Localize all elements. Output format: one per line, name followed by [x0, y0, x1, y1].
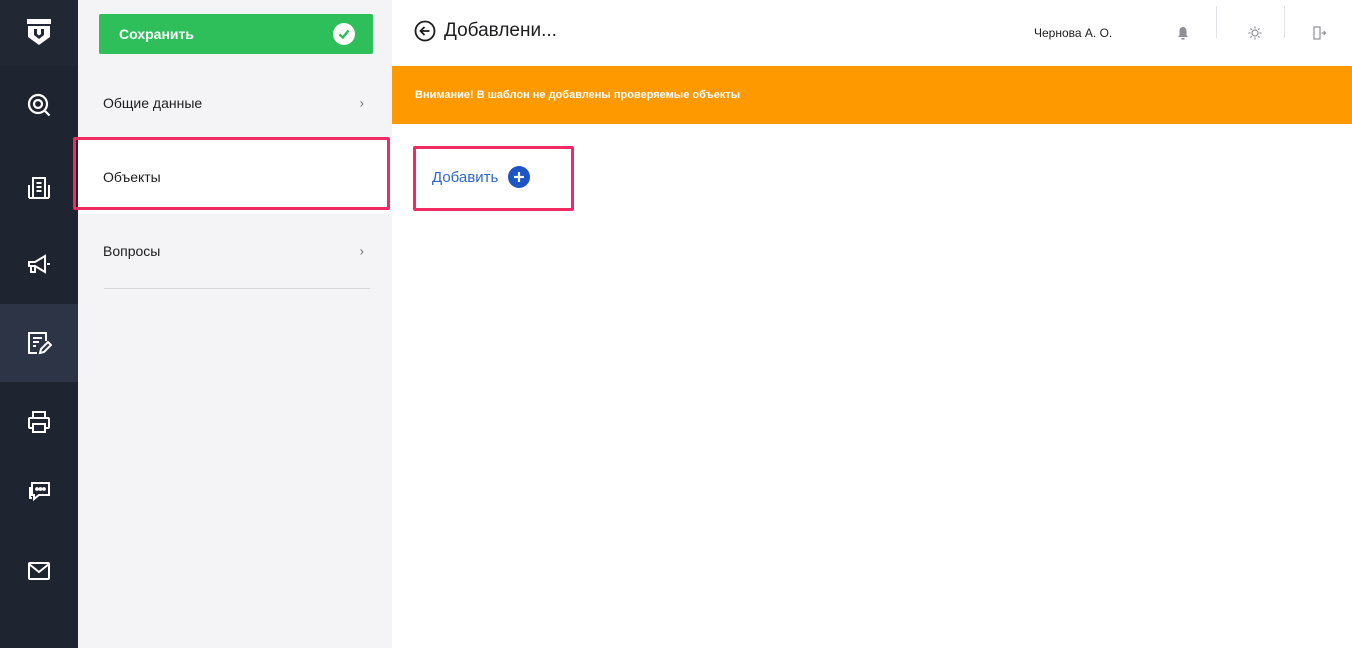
- back-arrow-icon: [414, 20, 436, 42]
- plus-circle-icon: [508, 166, 531, 188]
- mail-icon: [28, 562, 50, 580]
- settings-button[interactable]: [1222, 0, 1288, 66]
- save-button[interactable]: Сохранить: [99, 14, 373, 54]
- rail-checklists[interactable]: [0, 304, 78, 382]
- rail-objects[interactable]: [0, 149, 78, 227]
- rail-search[interactable]: [0, 66, 78, 144]
- header-separator: [1216, 6, 1217, 38]
- rail-announcements[interactable]: [0, 225, 78, 303]
- rail-chat[interactable]: [0, 453, 78, 531]
- side-menu-item-label: Вопросы: [103, 243, 161, 259]
- save-button-label: Сохранить: [119, 26, 194, 42]
- side-menu-item-label: Общие данные: [103, 95, 203, 111]
- printer-icon: [28, 411, 50, 433]
- add-object-button[interactable]: Добавить: [432, 166, 531, 188]
- side-menu-item-general[interactable]: Общие данные ›: [78, 66, 392, 140]
- check-icon: [333, 23, 355, 45]
- logout-button[interactable]: [1286, 0, 1352, 66]
- megaphone-icon: [28, 254, 50, 274]
- navigation-rail: [0, 0, 78, 648]
- gear-icon: [1248, 26, 1262, 40]
- search-icon: [27, 93, 51, 117]
- app-logo[interactable]: [0, 0, 78, 66]
- page-title: Добавлени...: [444, 20, 557, 41]
- rail-mail[interactable]: [0, 532, 78, 610]
- side-divider: [104, 288, 370, 289]
- rail-print[interactable]: [0, 383, 78, 461]
- warning-text: Внимание! В шаблон не добавлены проверяе…: [415, 89, 741, 101]
- building-icon: [28, 177, 50, 199]
- checklist-edit-icon: [28, 332, 52, 355]
- header-separator: [1284, 6, 1285, 38]
- top-header: Добавлени... Чернова А. О.: [392, 0, 1352, 66]
- side-menu-item-label: Объекты: [103, 169, 161, 185]
- chevron-right-icon: ›: [359, 95, 364, 111]
- side-menu-item-objects[interactable]: Объекты: [78, 140, 392, 214]
- user-name[interactable]: Чернова А. О.: [1034, 26, 1112, 40]
- add-object-label: Добавить: [432, 168, 499, 186]
- side-menu-item-questions[interactable]: Вопросы ›: [78, 214, 392, 288]
- chat-icon: [29, 482, 50, 502]
- back-link[interactable]: Добавлени...: [414, 20, 557, 42]
- bell-icon: [1178, 27, 1188, 40]
- warning-banner: Внимание! В шаблон не добавлены проверяе…: [392, 66, 1352, 124]
- notifications-button[interactable]: [1150, 0, 1216, 66]
- chevron-right-icon: ›: [359, 243, 364, 259]
- logout-icon: [1313, 26, 1327, 40]
- logo-shield-icon: [27, 19, 51, 45]
- side-panel: Сохранить Общие данные › Объекты Вопросы…: [78, 0, 392, 648]
